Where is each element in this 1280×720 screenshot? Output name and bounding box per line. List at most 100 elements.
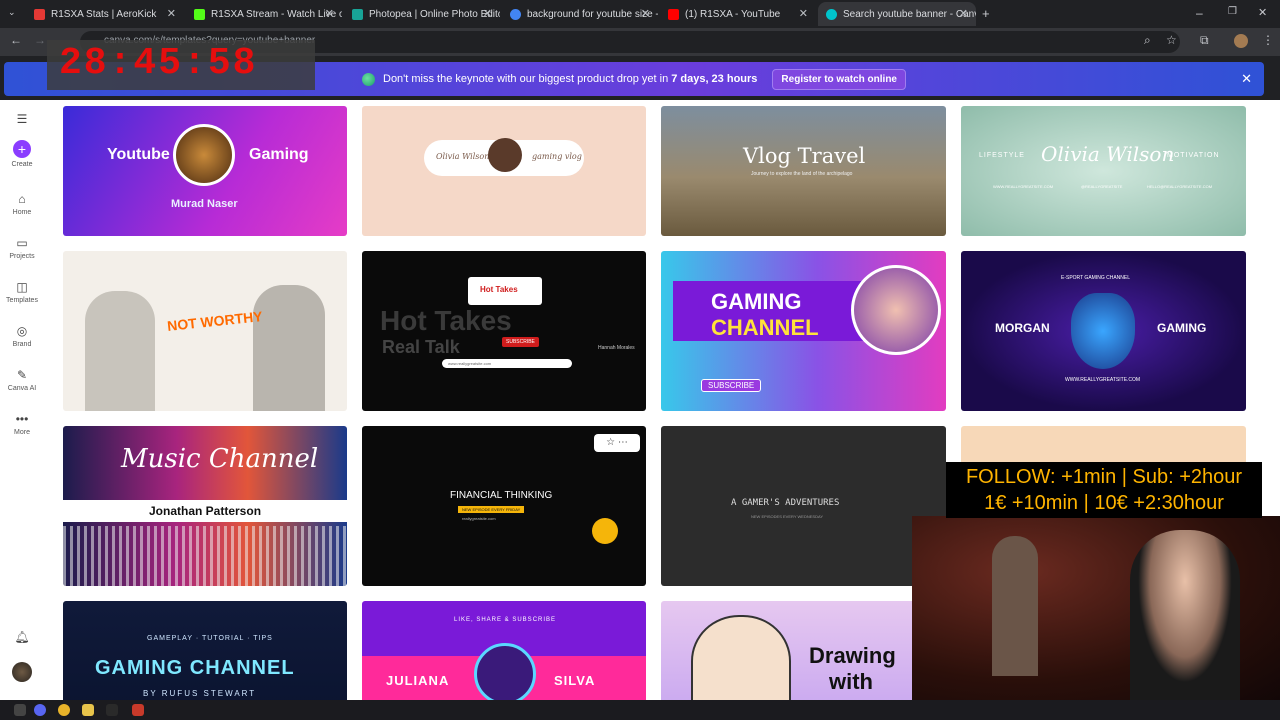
card-text: CHANNEL	[711, 315, 819, 340]
close-icon[interactable]: ✕	[483, 7, 492, 20]
sidebar-item-label: Canva AI	[7, 385, 37, 392]
sidebar-item-create[interactable]: + Create	[0, 140, 44, 168]
card-text: Hot Takes	[380, 305, 512, 336]
card-text: GAMING	[1157, 321, 1207, 335]
folder-icon: ▭	[16, 236, 28, 250]
card-text: HELLO@REALLYGREATSITE.COM	[1147, 184, 1213, 189]
card-text: MOTIVATION	[1167, 152, 1220, 159]
close-icon[interactable]: ✕	[641, 7, 650, 20]
aerokick-icon	[34, 8, 45, 20]
minimize-icon[interactable]: –	[1196, 6, 1203, 20]
card-text: Hot Takes	[480, 285, 518, 294]
tab-aerokick[interactable]: R1SXA Stats | AeroKick ✕	[26, 2, 184, 26]
card-text: Jonathan Patterson	[149, 504, 262, 518]
start-icon[interactable]	[14, 704, 26, 716]
tab-google-search[interactable]: background for youtube size - ✕	[502, 2, 658, 26]
hamburger-icon: ☰	[16, 112, 28, 126]
close-icon[interactable]: ✕	[799, 7, 808, 20]
file-explorer-icon[interactable]	[82, 704, 94, 716]
sidebar-item-label: Templates	[6, 297, 38, 304]
card-text: www.reallygreatsite.com	[442, 359, 572, 368]
template-card-music-channel[interactable]: Music Channel Jonathan Patterson	[63, 426, 347, 586]
sidebar-item-more[interactable]: ••• More	[0, 412, 44, 436]
template-card-olivia-vlog[interactable]: Olivia Wilson gaming vlog	[362, 106, 646, 236]
sidebar-item-label: Projects	[9, 253, 35, 260]
menu-icon[interactable]: ⋮	[1262, 33, 1274, 47]
avatar[interactable]	[12, 662, 32, 682]
template-card-financial-thinking[interactable]: FINANCIAL THINKING NEW EPISODE EVERY FRI…	[362, 426, 646, 586]
sidebar-item-home[interactable]: ⌂ Home	[0, 192, 44, 216]
card-actions[interactable]: ☆ ⋯	[594, 434, 640, 452]
card-text: FINANCIAL THINKING	[450, 490, 553, 501]
card-text: Olivia Wilson	[1041, 142, 1175, 166]
card-text: NEW EPISODE EVERY FRIDAY	[458, 506, 525, 513]
tab-youtube[interactable]: (1) R1SXA - YouTube ✕	[660, 2, 816, 26]
star-icon[interactable]: ☆	[606, 437, 615, 448]
register-button[interactable]: Register to watch online	[772, 68, 906, 90]
bookmark-star-icon[interactable]: ☆	[1166, 33, 1177, 47]
card-subscribe: SUBSCRIBE	[502, 337, 539, 347]
zoom-icon[interactable]: ⌕	[1144, 33, 1151, 48]
overlay-line: FOLLOW: +1min | Sub: +2hour	[965, 466, 1243, 488]
restore-icon[interactable]: ❐	[1228, 6, 1237, 17]
steam-icon[interactable]	[106, 704, 118, 716]
card-text: Olivia Wilson	[436, 152, 490, 161]
sidebar-item-canva-ai[interactable]: ✎ Canva AI	[0, 368, 44, 392]
menu-toggle[interactable]: ☰	[0, 112, 44, 129]
sidebar-item-brand[interactable]: ◎ Brand	[0, 324, 44, 348]
card-text: LIFESTYLE	[979, 152, 1025, 159]
close-icon[interactable]: ✕	[167, 7, 176, 20]
tab-kick[interactable]: R1SXA Stream - Watch Live on ✕	[186, 2, 342, 26]
template-card-juliana-silva[interactable]: LIKE, SHARE & SUBSCRIBE JULIANA SILVA	[362, 601, 646, 700]
template-card-morgan-gaming[interactable]: E-SPORT GAMING CHANNEL MORGAN GAMING WWW…	[961, 251, 1246, 411]
tab-canva[interactable]: Search youtube banner - Canva ✕	[818, 2, 976, 26]
template-card-rufus-gaming[interactable]: GAMEPLAY · TUTORIAL · TIPS GAMING CHANNE…	[63, 601, 347, 700]
window-close-icon[interactable]: ✕	[1258, 6, 1267, 19]
card-photo	[851, 265, 941, 355]
card-text: Hannah Morales	[598, 345, 635, 351]
template-card-hot-takes[interactable]: Hot Takes Hot Takes Real Talk SUBSCRIBE …	[362, 251, 646, 411]
template-card-gamers-adventures[interactable]: A GAMER'S ADVENTURES NEW EPISODES EVERY …	[661, 426, 946, 586]
template-card-not-worthy[interactable]: NOT WORTHY	[63, 251, 347, 411]
more-options-icon[interactable]: ⋯	[618, 437, 628, 448]
discord-icon[interactable]	[34, 704, 46, 716]
forward-icon[interactable]: →	[34, 33, 46, 47]
back-icon[interactable]: ←	[10, 33, 22, 47]
template-card-gaming-channel[interactable]: GAMING CHANNEL SUBSCRIBE	[661, 251, 946, 411]
sidebar-item-label: Home	[12, 209, 32, 216]
card-text: Music Channel	[121, 444, 319, 474]
brand-icon: ◎	[16, 324, 28, 338]
template-card-vlog-travel[interactable]: Vlog Travel Journey to explore the land …	[661, 106, 946, 236]
card-text: A GAMER'S ADVENTURES	[731, 498, 840, 508]
canva-icon	[826, 8, 837, 20]
template-card-olivia-lifestyle[interactable]: LIFESTYLE Olivia Wilson MOTIVATION WWW.R…	[961, 106, 1246, 236]
card-text: NEW EPISODES EVERY WEDNESDAY	[751, 514, 824, 519]
sidebar-item-templates[interactable]: ◫ Templates	[0, 280, 44, 304]
card-text: reallygreatsite.com	[462, 516, 496, 521]
template-card-youtube-gaming[interactable]: Youtube Gaming Murad Naser	[63, 106, 347, 236]
close-icon[interactable]: ✕	[959, 7, 968, 20]
new-tab-icon[interactable]: +	[982, 6, 990, 21]
app-icon[interactable]	[132, 704, 144, 716]
tab-photopea[interactable]: Photopea | Online Photo Editor ✕	[344, 2, 500, 26]
tab-search-icon[interactable]: ⌄	[8, 7, 16, 18]
banner-text: Don't miss the keynote with our biggest …	[383, 73, 669, 85]
notifications-button[interactable]: 🔔︎	[0, 630, 44, 647]
extensions-icon[interactable]: ⧉	[1200, 33, 1209, 48]
bell-icon: 🔔︎	[14, 630, 30, 644]
profile-avatar[interactable]	[1234, 34, 1248, 48]
sidebar-item-label: Brand	[12, 341, 32, 348]
card-text: Real Talk	[382, 337, 460, 357]
sidebar-item-projects[interactable]: ▭ Projects	[0, 236, 44, 260]
template-card-drawing[interactable]: Drawing with	[661, 601, 946, 700]
chrome-icon[interactable]	[58, 704, 70, 716]
card-text: E-SPORT GAMING CHANNEL	[1061, 275, 1130, 281]
card-text: gaming vlog	[532, 152, 582, 161]
card-person	[85, 291, 155, 411]
card-text: Youtube	[107, 146, 170, 163]
home-icon: ⌂	[18, 192, 26, 206]
plus-icon: +	[13, 140, 31, 158]
card-text: Journey to explore the land of the archi…	[751, 171, 853, 177]
close-icon[interactable]: ✕	[1241, 71, 1252, 87]
close-icon[interactable]: ✕	[325, 7, 334, 20]
